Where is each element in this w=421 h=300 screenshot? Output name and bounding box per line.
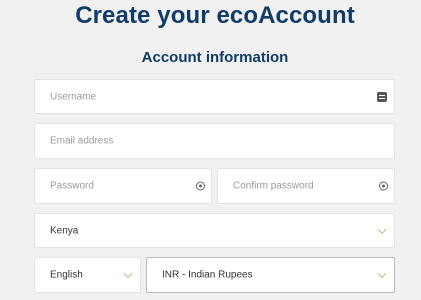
currency-value: INR - Indian Rupees xyxy=(162,269,253,281)
country-value: Kenya xyxy=(50,225,79,236)
confirm-password-placeholder: Confirm password xyxy=(233,180,314,192)
section-title: Account information xyxy=(141,49,289,66)
chevron-down-icon xyxy=(377,225,387,234)
language-select[interactable]: English xyxy=(34,257,141,293)
country-select[interactable]: Kenya xyxy=(34,213,395,248)
page-title: Create your ecoAccount xyxy=(75,2,355,29)
chevron-down-icon xyxy=(123,269,133,279)
confirm-password-field[interactable]: Confirm password xyxy=(217,168,395,204)
currency-select[interactable]: INR - Indian Rupees xyxy=(146,257,395,293)
password-placeholder: Password xyxy=(50,180,94,192)
eye-icon[interactable] xyxy=(196,181,205,191)
password-field[interactable]: Password xyxy=(34,168,212,204)
email-placeholder: Email address xyxy=(50,135,114,147)
chevron-down-icon xyxy=(377,269,387,279)
email-field[interactable]: Email address xyxy=(34,123,395,159)
username-placeholder: Username xyxy=(50,91,97,102)
keyboard-icon[interactable] xyxy=(377,91,387,102)
language-value: English xyxy=(50,269,83,281)
eye-icon[interactable] xyxy=(379,181,388,191)
username-field[interactable]: Username xyxy=(34,79,395,114)
